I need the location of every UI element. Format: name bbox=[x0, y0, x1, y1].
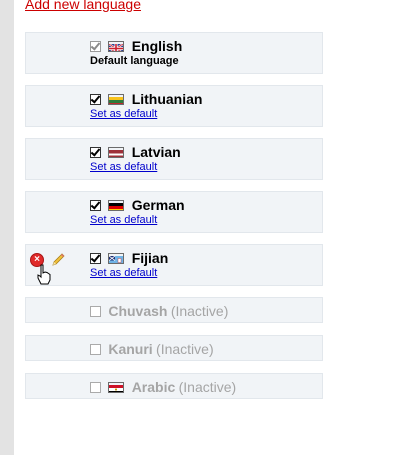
set-as-default-link[interactable]: Set as default bbox=[90, 108, 157, 120]
lithuania-flag-icon bbox=[108, 93, 125, 105]
language-name: German bbox=[131, 197, 185, 213]
language-row-fijian: × Fijian Set as default bbox=[25, 244, 323, 286]
language-row-german: German Set as default bbox=[25, 191, 323, 233]
chuvash-active-checkbox[interactable] bbox=[90, 305, 101, 317]
kanuri-active-checkbox[interactable] bbox=[90, 343, 101, 355]
language-row-chuvash: Chuvash (Inactive) bbox=[25, 297, 323, 323]
latvian-active-checkbox[interactable] bbox=[90, 146, 101, 158]
pencil-icon[interactable] bbox=[50, 252, 66, 268]
lithuanian-active-checkbox[interactable] bbox=[90, 93, 101, 105]
language-name: Chuvash bbox=[108, 303, 168, 319]
language-name: English bbox=[131, 38, 183, 54]
inactive-status: (Inactive) bbox=[178, 379, 237, 395]
egypt-flag-icon bbox=[108, 381, 125, 393]
language-name: Fijian bbox=[131, 250, 169, 266]
fiji-flag-icon bbox=[108, 252, 125, 264]
language-name: Lithuanian bbox=[131, 91, 203, 107]
add-new-language-link[interactable]: Add new language bbox=[25, 0, 141, 12]
english-active-checkbox bbox=[90, 40, 101, 52]
germany-flag-icon bbox=[108, 199, 125, 211]
fijian-active-checkbox[interactable] bbox=[90, 252, 101, 264]
language-row-lithuanian: Lithuanian Set as default bbox=[25, 85, 323, 127]
language-row-kanuri: Kanuri (Inactive) bbox=[25, 335, 323, 361]
default-language-label: Default language bbox=[90, 55, 179, 67]
latvia-flag-icon bbox=[108, 146, 125, 158]
inactive-status: (Inactive) bbox=[156, 341, 214, 357]
uk-flag-icon bbox=[108, 40, 125, 52]
language-name: Kanuri bbox=[108, 341, 153, 357]
language-name: Latvian bbox=[131, 144, 181, 160]
set-as-default-link[interactable]: Set as default bbox=[90, 161, 157, 173]
german-active-checkbox[interactable] bbox=[90, 199, 101, 211]
set-as-default-link[interactable]: Set as default bbox=[90, 267, 157, 279]
hand-cursor-icon bbox=[37, 264, 51, 285]
left-sidebar-strip bbox=[0, 0, 14, 455]
set-as-default-link[interactable]: Set as default bbox=[90, 214, 157, 226]
language-row-english: English Default language bbox=[25, 32, 323, 74]
inactive-status: (Inactive) bbox=[170, 303, 229, 319]
language-name: Arabic bbox=[131, 379, 176, 395]
language-row-arabic: Arabic (Inactive) bbox=[25, 373, 323, 399]
language-row-latvian: Latvian Set as default bbox=[25, 138, 323, 180]
arabic-active-checkbox[interactable] bbox=[90, 381, 101, 393]
